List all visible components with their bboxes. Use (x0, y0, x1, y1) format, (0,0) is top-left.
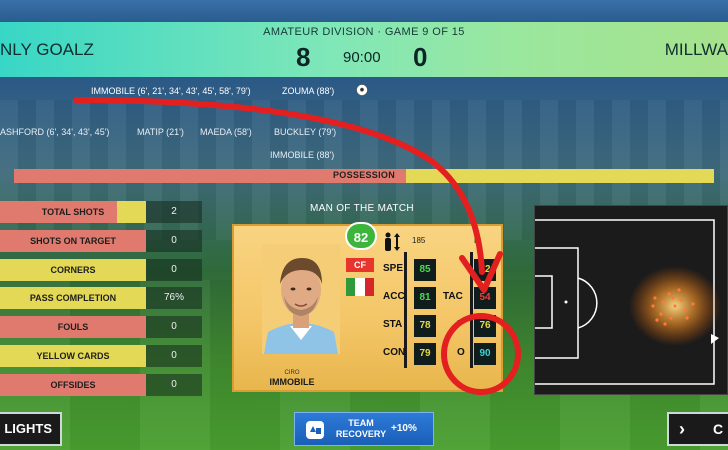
stat-label: TOTAL SHOTS (41, 207, 105, 217)
stat-value: 0 (146, 229, 202, 252)
possession-label: POSSESSION (332, 170, 396, 180)
scorer-item: MATIP (21') (137, 127, 184, 137)
recovery-label: TEAM RECOVERY (331, 418, 391, 440)
stat-value: 0 (146, 373, 202, 396)
chevron-right-icon: › (679, 419, 685, 439)
motm-title: MAN OF THE MATCH (310, 203, 414, 214)
recovery-label-line1: TEAM (348, 418, 374, 428)
stat-value: 0 (146, 316, 202, 339)
scorer-item: MAEDA (58') (200, 127, 252, 137)
attr-value: 78 (414, 315, 436, 337)
away-team-name: MILLWA (664, 40, 728, 59)
stat-row: PASS COMPLETION 76% (0, 287, 205, 310)
team-recovery-button[interactable]: TEAM RECOVERY +10% (294, 412, 434, 446)
stat-label: SHOTS ON TARGET (30, 235, 116, 246)
attr-value: 54 (474, 287, 496, 309)
position-badge: CF (346, 258, 374, 272)
stat-label: FOULS (57, 322, 89, 333)
home-scorers-2: ZOUMA (88') (282, 86, 335, 96)
player-height: 185 (412, 236, 426, 245)
attr-label: ACC (383, 291, 405, 302)
attr-label: STA (383, 319, 403, 330)
preferred-foot: R (474, 236, 480, 245)
flag-stripe (364, 278, 374, 296)
player-last-name: IMMOBILE (269, 377, 315, 387)
recovery-label-line2: RECOVERY (335, 429, 387, 439)
highlights-button[interactable]: LIGHTS (0, 412, 62, 446)
attr-value: 81 (414, 287, 436, 309)
stat-value: 76% (146, 287, 202, 310)
stat-row: FOULS 0 (0, 316, 205, 339)
scorer-item: BUCKLEY (79') (274, 127, 337, 137)
attr-label: CON (383, 347, 406, 358)
flag-stripe (355, 278, 365, 296)
recovery-icon (306, 421, 324, 439)
home-score: 8 (296, 42, 311, 72)
stat-row: CORNERS 0 (0, 258, 205, 281)
flag-stripe (346, 278, 356, 296)
heatmap-panel (534, 205, 728, 395)
attr-value: 72 (474, 259, 496, 281)
player-first-name: CIRO (284, 370, 300, 376)
division-label: AMATEUR DIVISION · GAME 9 OF 15 (263, 26, 465, 38)
attr-value: 79 (414, 343, 436, 365)
player-portrait (262, 244, 340, 354)
continue-label: C (713, 421, 724, 437)
away-score: 0 (413, 42, 428, 72)
attr-value: 85 (414, 259, 436, 281)
stat-value: 2 (146, 201, 202, 223)
continue-button[interactable]: › C (667, 412, 728, 446)
scorer-item: ASHFORD (6', 34', 43', 45') (0, 127, 110, 137)
soccer-ball-icon (356, 84, 368, 96)
attr-label: P (457, 319, 464, 330)
home-scorers: IMMOBILE (6', 21', 34', 43', 45', 58', 7… (91, 86, 251, 96)
attr-label: SPE (383, 263, 404, 274)
nation-flag (346, 278, 374, 296)
stat-value: 0 (146, 258, 202, 281)
stat-row: OFFSIDES 0 (0, 373, 205, 396)
attr-value: 76 (474, 315, 496, 337)
height-arrows-icon (385, 232, 400, 251)
attr-label: TAC (443, 291, 463, 302)
home-team-name: NLY GOALZ (0, 40, 94, 59)
stat-label: CORNERS (50, 264, 96, 275)
stat-row: TOTAL SHOTS 2 (0, 201, 205, 223)
match-clock: 90:00 (343, 49, 381, 66)
stat-label: PASS COMPLETION (29, 293, 117, 304)
stadium-sky (0, 0, 728, 22)
attr-value: 90 (474, 343, 496, 365)
attr-divider (470, 252, 473, 368)
stat-value: 0 (146, 344, 202, 367)
stat-row: SHOTS ON TARGET 0 (0, 229, 205, 252)
player-rating-badge: 82 (345, 222, 377, 250)
stat-label: YELLOW CARDS (36, 350, 110, 361)
stat-label: OFFSIDES (50, 379, 96, 390)
away-scorers-2: IMMOBILE (88') (270, 150, 335, 160)
attr-label: O (457, 347, 465, 358)
stat-row: YELLOW CARDS 0 (0, 344, 205, 367)
stats-panel: TOTAL SHOTS 2 SHOTS ON TARGET 0 CORNERS 0 PASS… (0, 201, 205, 403)
recovery-percent: +10% (391, 423, 417, 434)
